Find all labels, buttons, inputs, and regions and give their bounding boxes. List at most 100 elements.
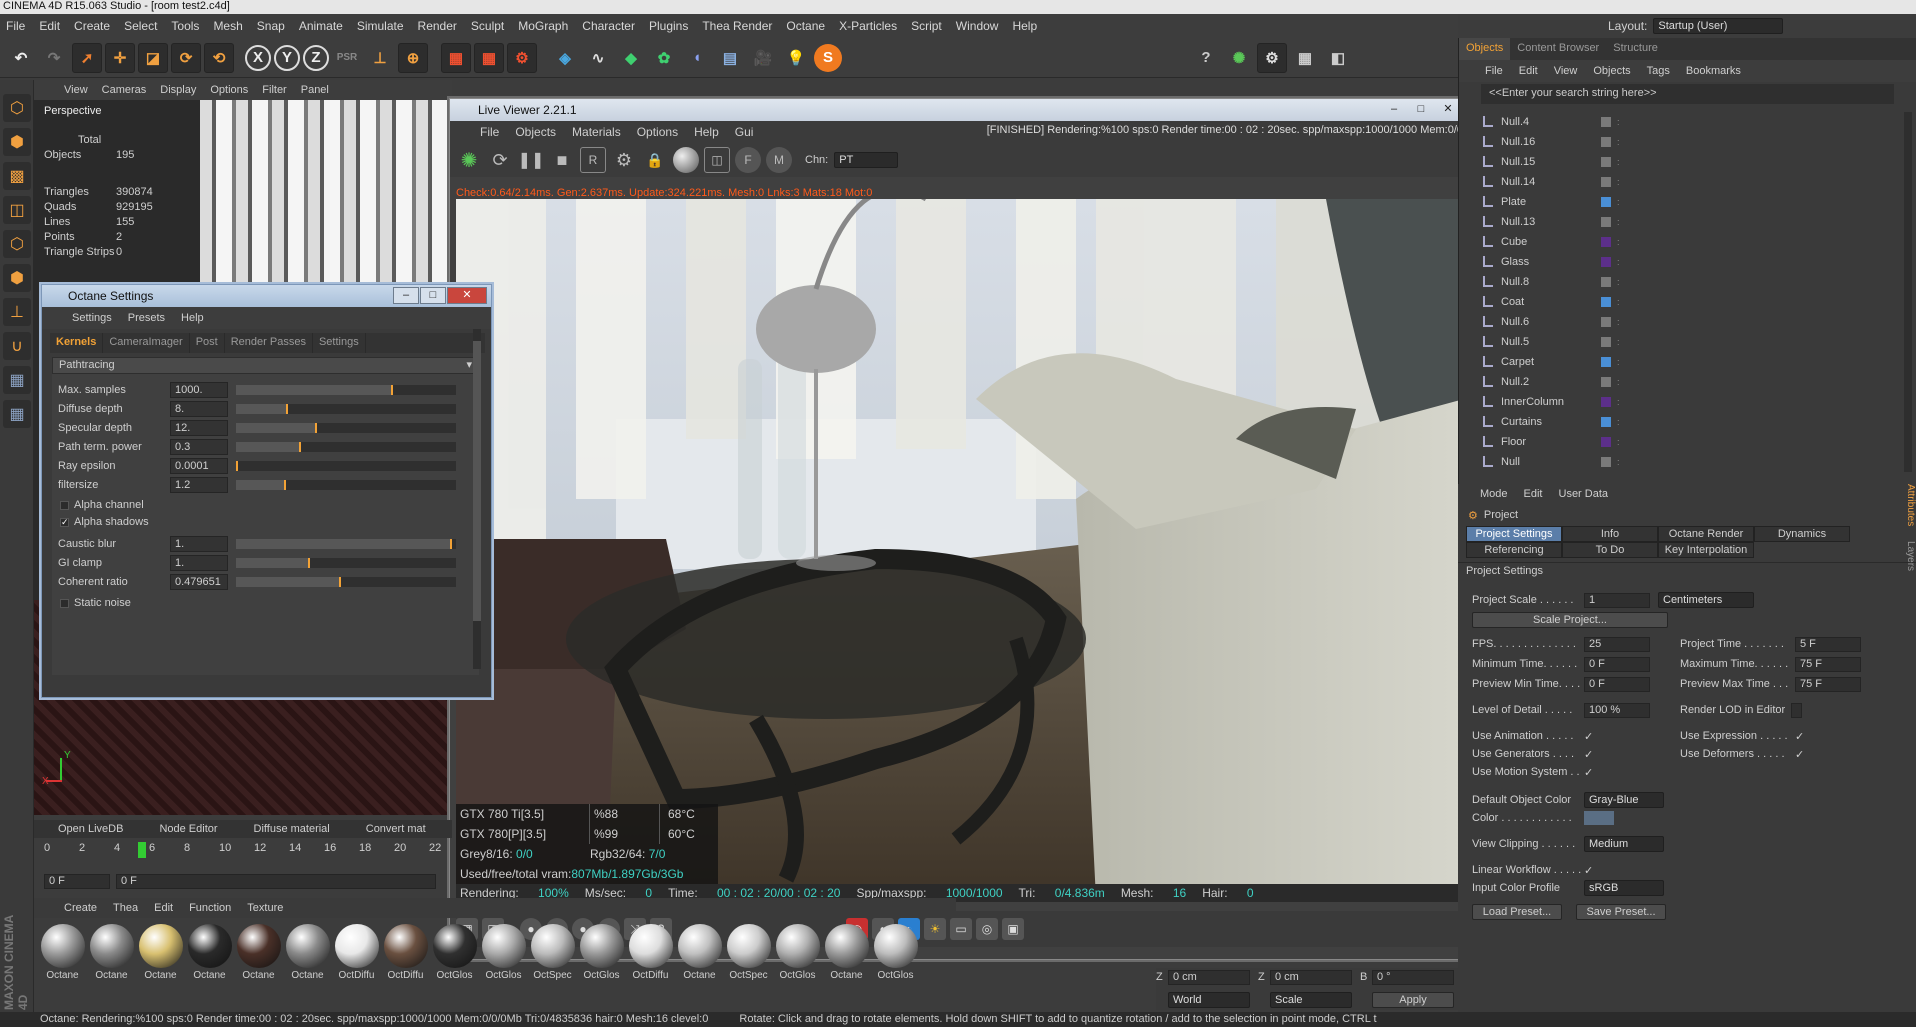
objects-menu-objects[interactable]: Objects (1593, 65, 1630, 77)
layer-color-icon[interactable] (1601, 196, 1611, 207)
object-search-input[interactable]: <<Enter your search string here>> (1481, 84, 1894, 104)
objects-menu-edit[interactable]: Edit (1519, 65, 1538, 77)
object-row[interactable]: Null.2: (1483, 372, 1883, 391)
points-mode-icon[interactable]: ⬡ (3, 230, 31, 258)
setting-slider[interactable] (236, 480, 456, 490)
tab-settings[interactable]: Settings (313, 333, 366, 353)
lv-menu-file[interactable]: File (480, 125, 499, 139)
use-animation-checkbox[interactable]: ✓ (1584, 730, 1644, 743)
checkbox[interactable] (60, 500, 69, 510)
cube-icon[interactable]: ◈ (550, 43, 580, 73)
use-generators-checkbox[interactable]: ✓ (1584, 748, 1644, 761)
project-time-input[interactable]: 5 F (1795, 636, 1861, 652)
material-item[interactable]: Octane (675, 918, 724, 988)
bottom-tab[interactable]: Convert mat (366, 823, 426, 835)
rotate-tool-icon[interactable]: ⟳ (171, 42, 201, 73)
object-row[interactable]: InnerColumn: (1483, 392, 1883, 411)
kernel-dropdown[interactable]: Pathtracing ▾ (52, 357, 479, 374)
menu-thea-render[interactable]: Thea Render (702, 19, 772, 33)
attr-tab-octane-render[interactable]: Octane Render (1658, 526, 1754, 542)
z-position-input[interactable]: 0 cm (1168, 969, 1250, 985)
checkbox-row[interactable]: ✓ Alpha shadows (60, 516, 149, 528)
layer-color-icon[interactable] (1601, 156, 1611, 167)
viewport-menu-options[interactable]: Options (210, 84, 248, 96)
material-menu-thea[interactable]: Thea (113, 902, 138, 914)
oc-menu-settings[interactable]: Settings (72, 312, 112, 324)
menu-script[interactable]: Script (911, 19, 942, 33)
menu-create[interactable]: Create (74, 19, 110, 33)
menu-edit[interactable]: Edit (39, 19, 60, 33)
lock-icon[interactable]: 🔒 (642, 147, 668, 173)
layout-dropdown[interactable]: Startup (User) (1653, 18, 1784, 34)
menu-mesh[interactable]: Mesh (213, 19, 242, 33)
scale-tool-icon[interactable]: ◪ (138, 42, 168, 73)
setting-slider[interactable] (236, 404, 456, 414)
menu-tools[interactable]: Tools (171, 19, 199, 33)
layer-color-icon[interactable] (1601, 416, 1611, 427)
visibility-dots-icon[interactable]: : (1617, 157, 1620, 167)
checkbox-row[interactable]: Alpha channel (60, 499, 144, 511)
focus-icon[interactable]: ◫ (704, 147, 730, 173)
camera-icon[interactable]: 🎥 (748, 43, 778, 73)
static-noise-checkbox[interactable]: Static noise (60, 597, 131, 609)
objects-scrollbar[interactable] (1904, 112, 1912, 472)
object-row[interactable]: Curtains: (1483, 412, 1883, 431)
min-time-input[interactable]: 0 F (1584, 656, 1650, 672)
viewport-menu-view[interactable]: View (64, 84, 88, 96)
setting-slider[interactable] (236, 461, 456, 471)
attr-tab-dynamics[interactable]: Dynamics (1754, 526, 1850, 542)
menu-sculpt[interactable]: Sculpt (471, 19, 504, 33)
use-expression-checkbox[interactable]: ✓ (1795, 730, 1804, 743)
material-picker-icon[interactable]: M (766, 147, 792, 173)
select-tool-icon[interactable]: ➚ (72, 42, 102, 73)
object-row[interactable]: Null.13: (1483, 212, 1883, 231)
pause-icon[interactable]: ❚❚ (518, 147, 545, 173)
preview-max-input[interactable]: 75 F (1795, 676, 1861, 692)
material-item[interactable]: Octane (185, 918, 234, 988)
visibility-dots-icon[interactable]: : (1617, 417, 1620, 427)
attr-tab-to-do[interactable]: To Do (1562, 542, 1658, 558)
material-item[interactable]: OctGlos (871, 918, 920, 988)
menu-animate[interactable]: Animate (299, 19, 343, 33)
b-rotation-input[interactable]: 0 ° (1372, 969, 1454, 985)
attr-tab-key-interpolation[interactable]: Key Interpolation (1658, 542, 1754, 558)
close-button[interactable]: ✕ (447, 287, 487, 304)
bottom-tab[interactable]: Node Editor (159, 823, 217, 835)
make-editable-icon[interactable]: ⬡ (3, 94, 31, 122)
tab-cameraimager[interactable]: CameraImager (103, 333, 190, 353)
preview-min-input[interactable]: 0 F (1584, 676, 1650, 692)
axis-z-button[interactable]: Z (303, 44, 329, 71)
axis-y-button[interactable]: Y (274, 44, 300, 71)
layer-color-icon[interactable] (1601, 396, 1611, 407)
render-settings-icon[interactable]: ⚙ (507, 42, 537, 73)
object-row[interactable]: Null.15: (1483, 152, 1883, 171)
z-scale-input[interactable]: 0 cm (1270, 969, 1352, 985)
material-item[interactable]: Octane (283, 918, 332, 988)
object-row[interactable]: Carpet: (1483, 352, 1883, 371)
setting-slider[interactable] (236, 385, 456, 395)
lock-workplane-icon[interactable]: ▦ (3, 400, 31, 428)
setting-slider[interactable] (236, 539, 456, 549)
visibility-dots-icon[interactable]: : (1617, 277, 1620, 287)
channel-dropdown[interactable]: PT (834, 152, 899, 168)
maximize-button[interactable]: □ (420, 287, 446, 304)
visibility-dots-icon[interactable]: : (1617, 197, 1620, 207)
material-menu-function[interactable]: Function (189, 902, 231, 914)
visibility-dots-icon[interactable]: : (1617, 397, 1620, 407)
lv-menu-materials[interactable]: Materials (572, 125, 621, 139)
layer-color-icon[interactable] (1601, 336, 1611, 347)
psr-button[interactable]: PSR (332, 43, 362, 73)
setting-value-input[interactable]: 1. (170, 555, 228, 571)
color-swatch[interactable] (1584, 811, 1614, 825)
save-image-icon[interactable]: ▣ (1002, 918, 1024, 940)
layer-color-icon[interactable] (1601, 456, 1611, 467)
octane-start-icon[interactable]: ✺ (456, 147, 482, 173)
subdivision-icon[interactable]: ◆ (616, 43, 646, 73)
use-motion-checkbox[interactable]: ✓ (1584, 766, 1593, 779)
lv-menu-gui[interactable]: Gui (735, 125, 754, 139)
world-dropdown[interactable]: World (1168, 992, 1250, 1008)
move-tool-icon[interactable]: ✛ (105, 42, 135, 73)
lv-menu-options[interactable]: Options (637, 125, 678, 139)
material-item[interactable]: OctDiffu (626, 918, 675, 988)
setting-value-input[interactable]: 0.479651 (170, 574, 228, 590)
